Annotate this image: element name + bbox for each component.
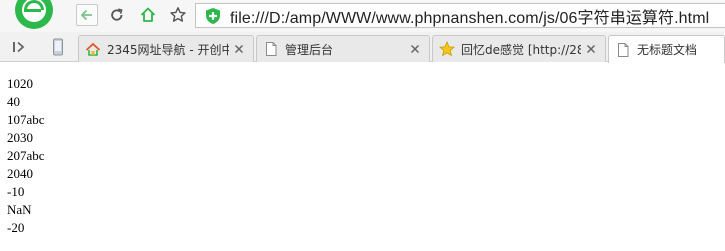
close-icon[interactable] — [409, 43, 421, 55]
mobile-device-icon[interactable] — [50, 38, 66, 56]
output-line: -20 — [7, 220, 25, 235]
output-line: 2040 — [7, 166, 33, 181]
address-bar[interactable]: file:///D:/amp/WWW/www.phpnanshen.com/js… — [195, 3, 725, 28]
sidebar-toggle-icon[interactable] — [10, 39, 28, 55]
tab-strip: 2345网址导航 - 开创中 管理后台 回忆de感觉 [http://28 无标… — [0, 32, 725, 63]
tab-2345-nav[interactable]: 2345网址导航 - 开创中 — [78, 35, 254, 62]
star-icon — [439, 41, 455, 57]
home-button[interactable] — [137, 4, 159, 26]
browser-toolbar: file:///D:/amp/WWW/www.phpnanshen.com/js… — [0, 0, 725, 32]
output-line: NaN — [7, 202, 32, 217]
browser-logo-icon[interactable] — [10, 0, 58, 30]
tab-label: 回忆de感觉 [http://28 — [461, 42, 581, 57]
close-icon[interactable] — [585, 43, 597, 55]
page-icon — [618, 42, 629, 57]
home-icon — [140, 7, 156, 22]
page-icon — [266, 42, 277, 56]
site-2345-icon — [85, 42, 101, 56]
tab-label: 管理后台 — [285, 42, 334, 57]
url-text[interactable]: file:///D:/amp/WWW/www.phpnanshen.com/js… — [230, 4, 709, 28]
page-content: 1020 40 107abc 2030 207abc 2040 -10 NaN … — [0, 63, 725, 251]
reload-icon — [111, 8, 123, 21]
output-line: 2030 — [7, 130, 33, 145]
reload-button[interactable] — [106, 4, 128, 26]
output-lines: 1020 40 107abc 2030 207abc 2040 -10 NaN … — [7, 75, 45, 237]
tab-untitled[interactable]: 无标题文档 — [608, 35, 725, 63]
star-outline-icon — [170, 7, 186, 22]
tab-admin[interactable]: 管理后台 — [256, 35, 430, 62]
bookmark-star-button[interactable] — [167, 4, 189, 26]
output-line: 207abc — [7, 148, 45, 163]
arrow-left-icon — [80, 9, 92, 21]
close-icon[interactable] — [233, 43, 245, 55]
tab-label: 2345网址导航 - 开创中 — [107, 42, 229, 57]
tab-memory[interactable]: 回忆de感觉 [http://28 — [432, 35, 606, 62]
tab-label: 无标题文档 — [637, 43, 698, 57]
back-button[interactable] — [76, 4, 98, 26]
output-line: 40 — [7, 94, 20, 109]
output-line: -10 — [7, 184, 25, 199]
security-shield-icon — [206, 7, 220, 24]
output-line: 1020 — [7, 76, 33, 91]
output-line: 107abc — [7, 112, 45, 127]
